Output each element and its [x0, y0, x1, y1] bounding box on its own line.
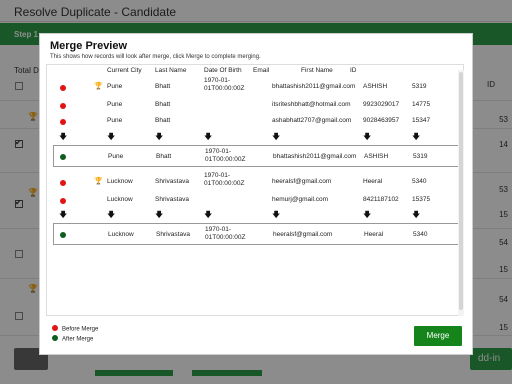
before-merge-dot	[60, 119, 66, 125]
cell-city: Lucknow	[107, 178, 133, 185]
arrow-down-icon: 🡇	[204, 132, 213, 141]
legend-after-label: After Merge	[62, 336, 94, 343]
modal-subtitle: This shows how records will look after m…	[50, 54, 261, 60]
cell-last-name: Shrivastava	[156, 231, 190, 238]
cell-first-name: 9923029017	[363, 101, 400, 108]
arrow-row: 🡇 🡇 🡇 🡇 🡇 🡇 🡇	[47, 132, 463, 143]
cell-id: 5340	[412, 178, 427, 185]
arrow-down-icon: 🡇	[412, 132, 421, 141]
before-merge-dot	[52, 325, 58, 331]
cell-last-name: Bhatt	[155, 117, 171, 124]
after-merge-row: Lucknow Shrivastava 1970-01-01T00:00:00Z…	[53, 223, 459, 245]
cell-last-name: Bhatt	[155, 101, 171, 108]
legend-after: After Merge	[52, 335, 94, 343]
arrow-down-icon: 🡇	[59, 132, 68, 141]
cell-city: Lucknow	[108, 231, 134, 238]
cell-last-name: Bhatt	[156, 153, 172, 160]
arrow-down-icon: 🡇	[204, 210, 213, 219]
arrow-down-icon: 🡇	[363, 210, 372, 219]
cell-email: bhattashish2011@gmail.com	[272, 83, 356, 90]
column-header-id: ID	[350, 67, 357, 74]
cell-first-name: Heeral	[364, 231, 384, 238]
trophy-icon: 🏆	[94, 83, 103, 90]
arrow-down-icon: 🡇	[155, 210, 164, 219]
cell-id: 14775	[412, 101, 431, 108]
cell-dob: 1970-01-01T00:00:00Z	[204, 77, 245, 92]
table-row: Lucknow Shrivastava hemurj@gmail.com 842…	[47, 194, 463, 210]
cell-first-name: 8421187102	[363, 196, 399, 203]
trophy-icon: 🏆	[94, 178, 103, 185]
cell-id: 15375	[412, 196, 431, 203]
cell-city: Pune	[108, 153, 124, 160]
table-row: 🏆 Lucknow Shrivastava 1970-01-01T00:00:0…	[47, 171, 463, 187]
cell-first-name: ASHISH	[364, 153, 389, 160]
column-header-city: Current City	[107, 67, 142, 74]
arrow-down-icon: 🡇	[155, 132, 164, 141]
cell-id: 5340	[413, 231, 428, 238]
before-merge-dot	[60, 103, 66, 109]
table-row: Pune Bhatt itsriteshbhatt@hotmail.com 99…	[47, 99, 463, 115]
cell-last-name: Shrivastava	[155, 178, 189, 185]
cell-city: Lucknow	[107, 196, 133, 203]
after-merge-dot	[52, 335, 58, 341]
cell-email: heeralsf@gmail.com	[272, 178, 332, 185]
before-merge-dot	[60, 180, 66, 186]
cell-id: 5319	[412, 83, 427, 90]
modal-title: Merge Preview	[50, 40, 128, 52]
cell-first-name: Heeral	[363, 178, 383, 185]
cell-email: heeralsf@gmail.com	[273, 231, 333, 238]
table-header: Current City Last Name Date Of Birth Ema…	[47, 65, 463, 76]
arrow-down-icon: 🡇	[107, 132, 116, 141]
merge-preview-table: Current City Last Name Date Of Birth Ema…	[46, 64, 464, 316]
before-merge-dot	[60, 198, 66, 204]
legend-before: Before Merge	[52, 325, 99, 333]
before-merge-dot	[60, 85, 66, 91]
column-header-email: Email	[253, 67, 270, 74]
cell-id: 15347	[412, 117, 431, 124]
arrow-down-icon: 🡇	[363, 132, 372, 141]
after-merge-dot	[60, 154, 66, 160]
cell-last-name: Shrivastava	[155, 196, 189, 203]
after-merge-dot	[60, 232, 66, 238]
legend-before-label: Before Merge	[62, 326, 99, 333]
cell-dob: 1970-01-01T00:00:00Z	[204, 172, 245, 187]
cell-id: 5319	[413, 153, 428, 160]
table-row: 🏆 Pune Bhatt 1970-01-01T00:00:00Z bhatta…	[47, 77, 463, 93]
cell-dob: 1970-01-01T00:00:00Z	[205, 226, 246, 241]
arrow-down-icon: 🡇	[107, 210, 116, 219]
table-row: Pune Bhatt ashabhatt2707@gmail.com 90284…	[47, 115, 463, 131]
cell-first-name: ASHISH	[363, 83, 388, 90]
after-merge-row: Pune Bhatt 1970-01-01T00:00:00Z bhattash…	[53, 145, 459, 167]
column-header-dob: Date Of Birth	[204, 67, 242, 74]
arrow-down-icon: 🡇	[272, 132, 281, 141]
arrow-row: 🡇 🡇 🡇 🡇 🡇 🡇 🡇	[47, 210, 463, 221]
cell-dob: 1970-01-01T00:00:00Z	[205, 148, 246, 163]
cell-email: bhattashish2011@gmail.com	[273, 153, 357, 160]
cell-city: Pune	[107, 83, 123, 90]
cell-email: itsriteshbhatt@hotmail.com	[272, 101, 351, 108]
column-header-first-name: First Name	[301, 67, 333, 74]
arrow-down-icon: 🡇	[272, 210, 281, 219]
cell-last-name: Bhatt	[155, 83, 171, 90]
scrollbar-thumb[interactable]	[459, 72, 463, 310]
arrow-down-icon: 🡇	[59, 210, 68, 219]
merge-button[interactable]: Merge	[414, 326, 462, 346]
cell-email: hemurj@gmail.com	[272, 196, 329, 203]
arrow-down-icon: 🡇	[412, 210, 421, 219]
cell-city: Pune	[107, 101, 123, 108]
column-header-last-name: Last Name	[155, 67, 187, 74]
cell-email: ashabhatt2707@gmail.com	[272, 117, 352, 124]
cell-first-name: 9028463957	[363, 117, 400, 124]
merge-preview-modal: Merge Preview This shows how records wil…	[39, 33, 473, 355]
cell-city: Pune	[107, 117, 123, 124]
